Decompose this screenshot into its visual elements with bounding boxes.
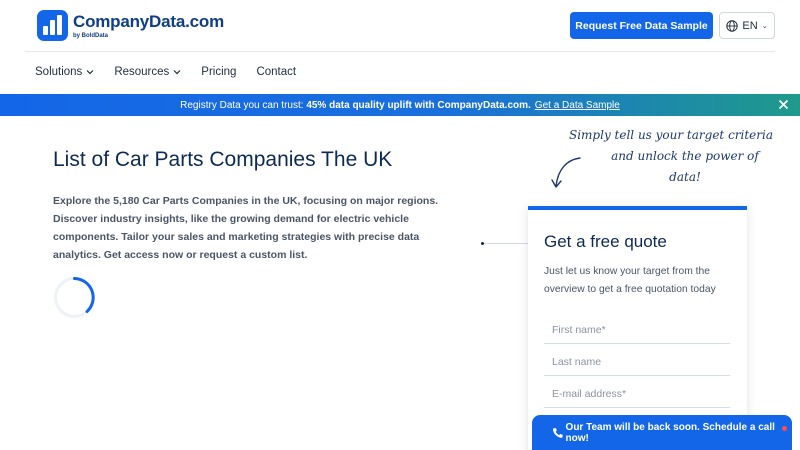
banner-lead: Registry Data you can trust: — [180, 99, 304, 111]
chevron-down-icon — [86, 70, 94, 75]
page-title: List of Car Parts Companies The UK — [53, 148, 393, 171]
nav-item-label: Contact — [256, 66, 297, 78]
notification-dot — [782, 426, 787, 431]
quote-form-title: Get a free quote — [544, 232, 667, 251]
callout-line-2: and unlock the power of data! — [611, 149, 759, 184]
nav-item-pricing[interactable]: Pricing — [201, 66, 236, 78]
last-name-field[interactable]: Last name — [544, 348, 730, 376]
chevron-down-icon — [173, 70, 181, 75]
loading-spinner-icon — [54, 277, 95, 318]
first-name-field[interactable]: First name* — [544, 316, 730, 344]
header-divider — [25, 51, 775, 52]
callout-text: Simply tell us your target criteria and … — [566, 125, 776, 188]
globe-icon — [726, 19, 739, 32]
callout-line-1: Simply tell us your target criteria — [568, 128, 774, 142]
connector-line — [481, 242, 531, 245]
banner-highlight: 45% data quality uplift with CompanyData… — [306, 99, 531, 111]
language-selector[interactable]: EN ⌄ — [719, 12, 775, 39]
language-label: EN — [742, 19, 758, 32]
nav-item-contact[interactable]: Contact — [256, 66, 296, 78]
nav-item-solutions[interactable]: Solutions — [35, 66, 94, 78]
quote-form-card: Get a free quote Just let us know your t… — [528, 206, 747, 450]
curved-arrow-icon — [551, 157, 581, 188]
logo-subtitle: by BoldData — [73, 32, 109, 39]
logo-name: CompanyData.com — [73, 11, 224, 31]
nav-item-label: Pricing — [201, 66, 237, 78]
logo[interactable]: CompanyData.com by BoldData — [37, 10, 224, 41]
quote-form-description: Just let us know your target from the ov… — [544, 266, 716, 295]
page-description: Explore the 5,180 Car Parts Companies in… — [53, 195, 439, 261]
schedule-call-widget[interactable]: Our Team will be back soon. Schedule a c… — [532, 415, 792, 450]
request-sample-button[interactable]: Request Free Data Sample — [570, 12, 713, 39]
chevron-down-icon: ⌄ — [761, 22, 768, 30]
close-icon[interactable] — [778, 99, 789, 110]
site-header: CompanyData.com by BoldData Request Free… — [0, 0, 800, 94]
email-field[interactable]: E-mail address* — [544, 380, 730, 408]
nav-item-resources[interactable]: Resources — [114, 66, 181, 78]
phone-icon — [552, 427, 563, 438]
nav-item-label: Solutions — [35, 66, 83, 78]
main-nav: Solutions Resources Pricing Contact — [35, 66, 316, 78]
nav-item-label: Resources — [114, 66, 170, 78]
logo-icon — [37, 10, 68, 41]
announcement-banner: Registry Data you can trust: 45% data qu… — [0, 94, 800, 116]
schedule-call-label: Our Team will be back soon. Schedule a c… — [565, 421, 775, 444]
banner-link[interactable]: Get a Data Sample — [535, 100, 620, 111]
